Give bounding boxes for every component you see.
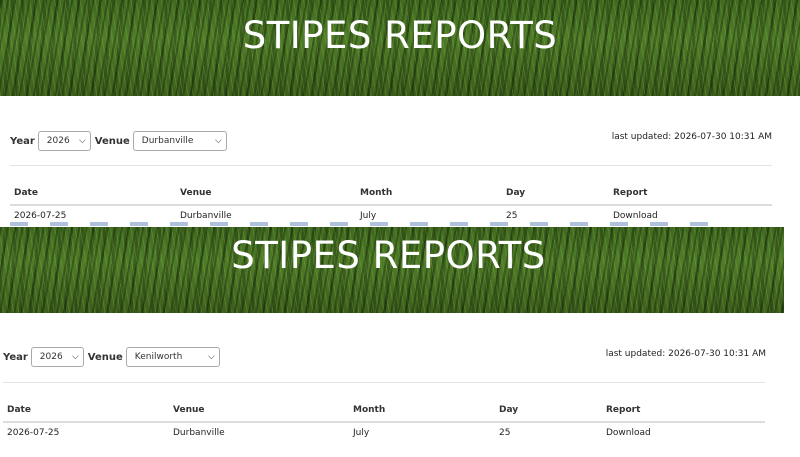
venue-label: Venue xyxy=(94,135,130,147)
header-month: Month xyxy=(353,405,386,415)
table-row: 2026-07-25 Durbanville July 25 Download xyxy=(3,423,765,443)
chevron-down-icon: ⌵ xyxy=(78,136,86,146)
reports-panel-bottom: STIPES REPORTS Year 2026 ⌵ Venue Kenilwo… xyxy=(0,227,793,457)
table-header: Date Venue Month Day Report xyxy=(10,184,772,206)
download-link[interactable]: Download xyxy=(613,211,658,221)
header-day: Day xyxy=(506,188,526,198)
cell-venue: Durbanville xyxy=(180,211,232,221)
year-select[interactable]: 2026 ⌵ xyxy=(30,347,84,367)
chevron-down-icon: ⌵ xyxy=(71,352,79,362)
cell-date: 2026-07-25 xyxy=(7,428,60,438)
reports-table: Date Venue Month Day Report 2026-07-25 D… xyxy=(10,184,772,226)
header-month: Month xyxy=(360,188,393,198)
cell-day: 25 xyxy=(499,428,511,438)
chevron-down-icon: ⌵ xyxy=(207,352,215,362)
cell-venue: Durbanville xyxy=(173,428,225,438)
venue-select[interactable]: Durbanville ⌵ xyxy=(132,131,227,151)
header-venue: Venue xyxy=(173,405,205,415)
grass-banner: STIPES REPORTS xyxy=(0,0,800,96)
year-select[interactable]: 2026 ⌵ xyxy=(37,131,91,151)
overlap-artifact xyxy=(10,222,710,226)
header-venue: Venue xyxy=(180,188,212,198)
cell-day: 25 xyxy=(506,211,518,221)
reports-panel-top: STIPES REPORTS Year 2026 ⌵ Venue Durbanv… xyxy=(0,0,800,230)
venue-label: Venue xyxy=(87,351,123,363)
page-title: STIPES REPORTS xyxy=(231,234,546,277)
year-label: Year xyxy=(3,351,28,363)
header-report: Report xyxy=(606,405,641,415)
divider xyxy=(3,382,765,383)
page-title: STIPES REPORTS xyxy=(242,14,558,57)
header-date: Date xyxy=(7,405,31,415)
year-select-value: 2026 xyxy=(46,136,70,146)
grass-banner: STIPES REPORTS xyxy=(0,227,784,313)
last-updated: last updated: 2026-07-30 10:31 AM xyxy=(605,349,766,359)
venue-select-value: Durbanville xyxy=(141,136,194,146)
year-select-value: 2026 xyxy=(39,352,63,362)
cell-month: July xyxy=(353,428,370,438)
table-header: Date Venue Month Day Report xyxy=(3,401,765,423)
year-label: Year xyxy=(10,135,35,147)
filter-bar: Year 2026 ⌵ Venue Durbanville ⌵ xyxy=(10,130,231,152)
reports-table: Date Venue Month Day Report 2026-07-25 D… xyxy=(3,401,765,443)
header-date: Date xyxy=(14,188,38,198)
last-updated: last updated: 2026-07-30 10:31 AM xyxy=(611,132,772,142)
venue-select[interactable]: Kenilworth ⌵ xyxy=(125,347,220,367)
divider xyxy=(10,165,772,166)
filter-bar: Year 2026 ⌵ Venue Kenilworth ⌵ xyxy=(3,346,224,368)
download-link[interactable]: Download xyxy=(606,428,651,438)
cell-date: 2026-07-25 xyxy=(14,211,67,221)
header-report: Report xyxy=(613,188,648,198)
header-day: Day xyxy=(499,405,519,415)
cell-month: July xyxy=(360,211,377,221)
chevron-down-icon: ⌵ xyxy=(214,136,222,146)
venue-select-value: Kenilworth xyxy=(134,352,183,362)
